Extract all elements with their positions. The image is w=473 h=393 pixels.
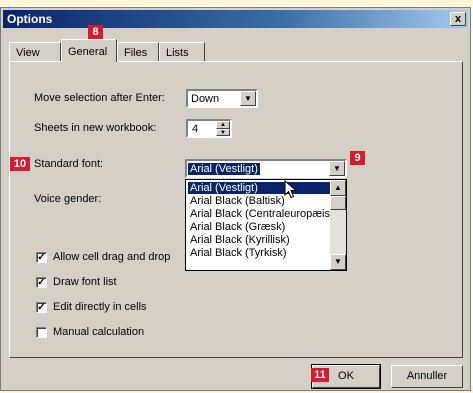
font-option[interactable]: Arial Black (Græsk): [188, 221, 330, 233]
cancel-button[interactable]: Annuller: [391, 365, 463, 388]
tab-files[interactable]: Files: [117, 42, 159, 62]
font-option[interactable]: Arial Black (Centraleuropæisk): [188, 208, 330, 220]
sheets-label: Sheets in new workbook:: [34, 122, 157, 134]
callout-badge-11: 11: [311, 368, 329, 382]
edit-in-cells-label: Edit directly in cells: [53, 301, 147, 313]
tab-general[interactable]: General: [61, 39, 117, 62]
standard-font-value: Arial (Vestligt): [188, 163, 260, 175]
tab-lists-label: Lists: [166, 47, 189, 59]
close-icon: x: [454, 13, 462, 25]
scroll-up-icon[interactable]: ▲: [330, 180, 346, 196]
callout-badge-9: 9: [350, 151, 365, 165]
tab-general-label: General: [68, 46, 108, 58]
standard-font-label: Standard font:: [34, 158, 104, 170]
voice-gender-label: Voice gender:: [34, 193, 102, 205]
chevron-down-icon[interactable]: ▼: [329, 161, 345, 176]
manual-calculation-label: Manual calculation: [53, 326, 145, 338]
spin-up-icon[interactable]: ▲: [216, 121, 230, 129]
allow-drag-drop-checkbox[interactable]: ✓: [36, 252, 47, 263]
draw-font-list-label: Draw font list: [53, 276, 117, 288]
move-selection-label: Move selection after Enter:: [34, 92, 165, 104]
tab-view[interactable]: View: [9, 42, 61, 62]
font-option[interactable]: Arial Black (Baltisk): [188, 195, 330, 207]
tab-lists[interactable]: Lists: [159, 42, 205, 62]
move-selection-dropdown[interactable]: Down ▼: [186, 89, 258, 108]
chevron-down-icon[interactable]: ▼: [240, 91, 256, 106]
cancel-label: Annuller: [406, 370, 448, 382]
allow-drag-drop-label: Allow cell drag and drop: [53, 251, 171, 263]
close-button[interactable]: x: [450, 12, 466, 26]
tab-view-label: View: [16, 47, 40, 59]
manual-calculation-checkbox[interactable]: [36, 327, 47, 338]
options-dialog: Options x View General Files Lists Move …: [0, 7, 471, 391]
spinner-arrows[interactable]: ▲ ▼: [216, 121, 230, 136]
standard-font-dropdown[interactable]: Arial (Vestligt) ▼: [185, 159, 347, 178]
font-dropdown-list[interactable]: Arial (Vestligt) Arial Black (Baltisk) A…: [185, 179, 347, 271]
title-bar[interactable]: Options x: [3, 10, 468, 28]
sheets-spinner[interactable]: 4 ▲ ▼: [186, 119, 232, 138]
tab-files-label: Files: [124, 47, 148, 59]
mouse-pointer-icon: [284, 180, 298, 199]
font-option[interactable]: Arial (Vestligt): [188, 182, 330, 194]
callout-badge-10: 10: [10, 157, 30, 171]
draw-font-list-checkbox[interactable]: ✓: [36, 277, 47, 288]
spin-down-icon[interactable]: ▼: [216, 128, 230, 136]
dialog-title: Options: [7, 12, 53, 26]
ok-label: OK: [338, 370, 354, 382]
scrollbar-thumb[interactable]: [330, 196, 346, 210]
background-window-strip: [0, 0, 473, 6]
font-option[interactable]: Arial Black (Kyrillisk): [188, 234, 330, 246]
font-option[interactable]: Arial Black (Tyrkisk): [188, 247, 330, 259]
edit-in-cells-checkbox[interactable]: ✓: [36, 302, 47, 313]
sheets-value: 4: [192, 123, 199, 135]
move-selection-value: Down: [191, 93, 220, 105]
scroll-down-icon[interactable]: ▼: [330, 254, 346, 270]
callout-badge-8: 8: [88, 25, 103, 39]
list-scrollbar[interactable]: ▲ ▼: [330, 180, 346, 270]
